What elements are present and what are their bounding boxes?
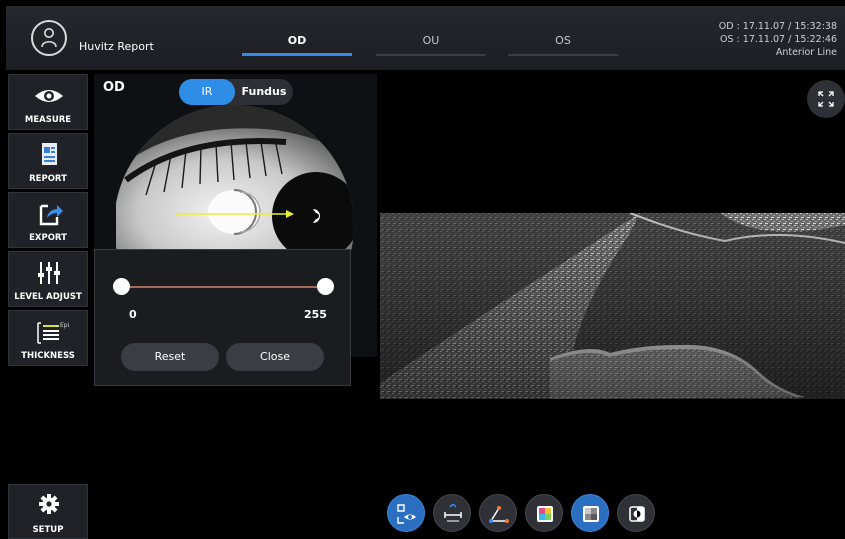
sidebar-item-label: THICKNESS bbox=[21, 351, 75, 361]
level-min-value: 0 bbox=[129, 308, 137, 321]
tab-os-label: OS bbox=[555, 34, 571, 47]
angle-button[interactable] bbox=[479, 494, 517, 532]
eye-icon bbox=[35, 90, 63, 102]
fullscreen-icon bbox=[818, 91, 834, 107]
grayscale-icon bbox=[583, 506, 599, 522]
sidebar-item-label: MEASURE bbox=[24, 115, 72, 125]
tab-ou-label: OU bbox=[422, 34, 440, 47]
sidebar-item-thickness[interactable]: Epi THICKNESS bbox=[8, 310, 88, 366]
angle-icon bbox=[489, 506, 509, 523]
eye-scan-icon bbox=[397, 504, 416, 524]
gear-icon bbox=[39, 494, 59, 514]
od-exam-time: OD : 17.11.07 / 15:32:38 bbox=[718, 21, 837, 32]
caliper-button[interactable] bbox=[433, 494, 471, 532]
reset-button[interactable]: Reset bbox=[121, 343, 219, 371]
eye-side-label: OD bbox=[103, 80, 125, 95]
tab-ou[interactable]: OU bbox=[376, 34, 486, 56]
sidebar-item-label: LEVEL ADJUST bbox=[14, 292, 82, 302]
app-title: Huvitz Report bbox=[79, 40, 154, 53]
setup-label: SETUP bbox=[32, 525, 64, 535]
sliders-icon bbox=[38, 262, 60, 284]
level-slider-max-handle[interactable] bbox=[317, 278, 334, 295]
exam-info: OD : 17.11.07 / 15:32:38 OS : 17.11.07 /… bbox=[719, 20, 837, 59]
expand-button[interactable] bbox=[807, 80, 845, 118]
ir-eye-image[interactable] bbox=[116, 100, 356, 250]
sidebar-item-report[interactable]: REPORT bbox=[8, 133, 88, 189]
level-adjust-popup: 0 255 Reset Close bbox=[94, 249, 351, 386]
epi-sublabel: Epi bbox=[60, 322, 70, 329]
sidebar-item-export[interactable]: EXPORT bbox=[8, 192, 88, 248]
user-avatar-icon[interactable] bbox=[31, 20, 67, 56]
caliper-icon bbox=[444, 504, 462, 522]
report-icon bbox=[42, 143, 57, 165]
thickness-icon: Epi bbox=[37, 322, 70, 344]
level-max-value: 255 bbox=[304, 308, 327, 321]
color-map-icon bbox=[537, 506, 553, 522]
level-slider-track[interactable] bbox=[121, 286, 326, 288]
invert-icon bbox=[629, 506, 645, 522]
sidebar: MEASURE REPORT EXPORT LEVEL ADJUST Epi T… bbox=[8, 74, 88, 369]
oct-scan-image[interactable] bbox=[380, 213, 845, 399]
sidebar-item-measure[interactable]: MEASURE bbox=[8, 74, 88, 130]
sidebar-item-label: EXPORT bbox=[29, 233, 67, 243]
invert-button[interactable] bbox=[617, 494, 655, 532]
sidebar-item-label: REPORT bbox=[29, 174, 67, 184]
top-bar: Huvitz Report OD OU OS OD : 17.11.07 / 1… bbox=[6, 6, 845, 70]
os-exam-time: OS : 17.11.07 / 15:22:46 bbox=[720, 34, 837, 45]
scan-type: Anterior Line bbox=[775, 47, 837, 58]
setup-button[interactable]: SETUP bbox=[8, 484, 88, 539]
color-map-button[interactable] bbox=[525, 494, 563, 532]
tab-od-label: OD bbox=[287, 34, 307, 47]
tab-os[interactable]: OS bbox=[508, 34, 618, 56]
close-button[interactable]: Close bbox=[226, 343, 324, 371]
sidebar-item-level-adjust[interactable]: LEVEL ADJUST bbox=[8, 251, 88, 307]
grayscale-button[interactable] bbox=[571, 494, 609, 532]
eye-scan-button[interactable] bbox=[387, 494, 425, 532]
level-slider-min-handle[interactable] bbox=[113, 278, 130, 295]
tab-od[interactable]: OD bbox=[242, 34, 352, 56]
export-icon bbox=[39, 204, 63, 226]
